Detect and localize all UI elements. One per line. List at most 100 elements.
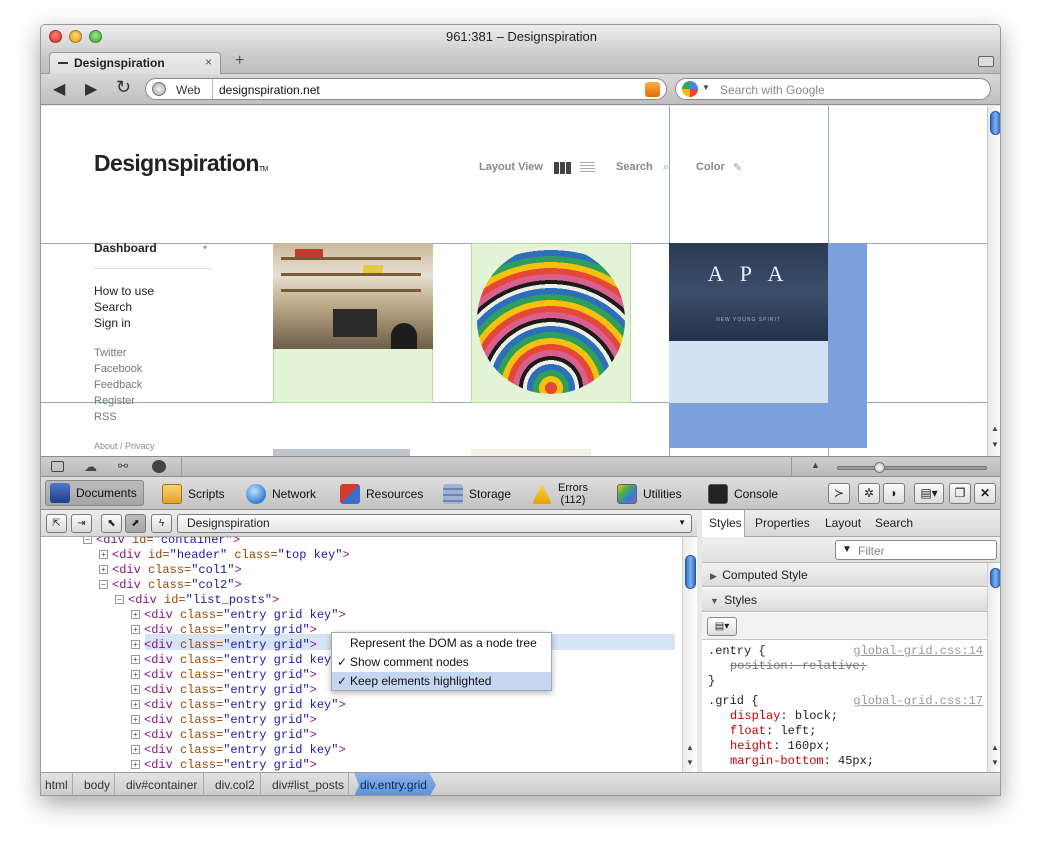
style-options-button[interactable]: ▤▾ bbox=[707, 617, 737, 636]
tab-close-icon[interactable]: × bbox=[205, 55, 212, 69]
tab-properties[interactable]: Properties bbox=[755, 516, 810, 530]
color-link[interactable]: Color bbox=[696, 161, 725, 173]
feedback-link[interactable]: Feedback bbox=[94, 377, 142, 393]
rss-link[interactable]: RSS bbox=[94, 409, 142, 425]
dom-node-row[interactable]: + <div id="header" class="top key"> bbox=[99, 548, 350, 563]
forward-button[interactable]: ▶ bbox=[85, 79, 97, 99]
audio-icon[interactable]: ◗ bbox=[883, 483, 905, 504]
expand-node-icon[interactable]: + bbox=[131, 655, 140, 665]
expand-node-icon[interactable]: + bbox=[131, 700, 140, 710]
declaration[interactable]: margin-bottom: 45px; bbox=[730, 754, 874, 768]
cloud-icon[interactable]: ☁ bbox=[84, 459, 97, 475]
scroll-up-icon[interactable]: ▲ bbox=[686, 743, 694, 752]
address-bar[interactable]: Web designspiration.net bbox=[145, 78, 667, 100]
scroll-down-icon[interactable]: ▼ bbox=[686, 758, 694, 767]
about-privacy-link[interactable]: About / Privacy bbox=[94, 441, 155, 451]
layout-menu-button[interactable]: ▤▾ bbox=[914, 483, 944, 504]
close-inspector-button[interactable]: ✕ bbox=[974, 483, 996, 504]
tab-styles[interactable]: Styles bbox=[702, 510, 745, 537]
dom-node-row[interactable]: + <div class="entry grid"> bbox=[131, 623, 317, 638]
scroll-up-icon[interactable]: ▲ bbox=[991, 743, 999, 752]
expand-node-icon[interactable]: + bbox=[131, 625, 140, 635]
scroll-up-icon[interactable]: ▲ bbox=[991, 424, 999, 433]
declaration[interactable]: height: 160px; bbox=[730, 739, 831, 753]
expand-icon[interactable]: ⇱ bbox=[46, 514, 67, 533]
google-icon[interactable] bbox=[682, 81, 698, 97]
apa-poster[interactable]: A P A NEW YOUNG SPIRIT bbox=[669, 243, 828, 341]
browser-tab[interactable]: Designspiration × bbox=[49, 52, 221, 74]
zoom-slider[interactable] bbox=[837, 462, 987, 473]
expand-node-icon[interactable]: + bbox=[131, 715, 140, 725]
site-logo[interactable]: DesignspirationTM bbox=[94, 150, 268, 177]
breadcrumb-item[interactable]: div#container bbox=[126, 778, 197, 792]
breadcrumb-item[interactable]: html bbox=[45, 778, 68, 792]
declaration[interactable]: display: block; bbox=[730, 709, 838, 723]
sign-in-link[interactable]: Sign in bbox=[94, 315, 154, 331]
register-link[interactable]: Register bbox=[94, 393, 142, 409]
page-scroll-thumb[interactable] bbox=[990, 111, 1000, 135]
rule-source-link[interactable]: global-grid.css:14 bbox=[853, 644, 983, 658]
how-to-use-link[interactable]: How to use bbox=[94, 283, 154, 299]
breadcrumb-item[interactable]: body bbox=[84, 778, 110, 792]
dom-scroll-thumb[interactable] bbox=[685, 555, 696, 589]
expand-node-icon[interactable]: + bbox=[99, 550, 108, 560]
breadcrumb-item[interactable]: div#list_posts bbox=[272, 778, 344, 792]
dom-node-row[interactable]: +<div class="entry grid key"> bbox=[131, 743, 346, 758]
new-tab-button[interactable]: + bbox=[235, 52, 244, 70]
dom-node-row[interactable]: + <div class="entry grid"> bbox=[131, 728, 317, 743]
search-input[interactable]: Search with Google bbox=[720, 83, 825, 97]
styles-section[interactable]: ▼ Styles bbox=[702, 588, 987, 612]
tab-scripts[interactable]: Scripts bbox=[158, 482, 229, 506]
dom-node-row[interactable]: +<div class="entry grid key"> bbox=[131, 653, 346, 668]
dom-node-row[interactable]: + <div class="entry grid"> bbox=[131, 758, 317, 772]
dom-node-row[interactable]: + <div class="col1"> bbox=[99, 563, 242, 578]
tab-layout[interactable]: Layout bbox=[825, 516, 861, 530]
dom-node-row[interactable]: + <div class="entry grid"> bbox=[131, 713, 317, 728]
context-menu-item[interactable]: Represent the DOM as a node tree bbox=[332, 634, 551, 652]
dom-node-row[interactable]: − <div id="container"> bbox=[83, 537, 240, 548]
dashboard-link[interactable]: Dashboard bbox=[94, 241, 157, 255]
dom-node-row[interactable]: +<div class="entry grid key"> bbox=[131, 698, 346, 713]
dom-node-row[interactable]: − <div id="list_posts"> bbox=[115, 593, 279, 608]
breadcrumb-item[interactable]: div.col2 bbox=[215, 778, 255, 792]
breadcrumb-item[interactable]: div.entry.grid bbox=[360, 778, 427, 792]
studio-photo[interactable] bbox=[273, 243, 433, 349]
rule-source-link[interactable]: global-grid.css:17 bbox=[853, 694, 983, 708]
dock-icon[interactable] bbox=[51, 461, 64, 472]
tab-network[interactable]: Network bbox=[242, 482, 320, 506]
page-scrollbar[interactable]: ▲ ▼ bbox=[987, 106, 1000, 456]
expand-node-icon[interactable]: + bbox=[131, 745, 140, 755]
zoom-up-icon[interactable]: ▲ bbox=[811, 460, 820, 470]
url-text[interactable]: designspiration.net bbox=[219, 83, 320, 97]
tab-console[interactable]: Console bbox=[704, 482, 782, 506]
tab-search[interactable]: Search bbox=[875, 516, 913, 530]
grid-view-icon[interactable] bbox=[554, 162, 571, 174]
document-select[interactable]: Designspiration ▼ bbox=[177, 514, 692, 533]
scroll-down-icon[interactable]: ▼ bbox=[991, 440, 999, 449]
tab-resources[interactable]: Resources bbox=[336, 482, 427, 506]
styles-scrollbar[interactable]: ▲ ▼ bbox=[987, 563, 1000, 772]
step-into-icon[interactable]: ⇥ bbox=[71, 514, 92, 533]
dom-node-row[interactable]: +<div class="entry grid key"> bbox=[131, 608, 346, 623]
declaration[interactable]: float: left; bbox=[730, 724, 816, 738]
tab-storage[interactable]: Storage bbox=[439, 482, 515, 506]
search-bar[interactable]: ▼ Search with Google bbox=[675, 78, 991, 100]
circle-artwork[interactable] bbox=[477, 246, 625, 394]
tab-overview-icon[interactable] bbox=[978, 56, 994, 67]
tab-utilities[interactable]: Utilities bbox=[613, 482, 686, 506]
select-element-icon[interactable]: ⬉ bbox=[101, 514, 122, 533]
list-view-icon[interactable] bbox=[580, 162, 595, 174]
context-menu-item[interactable]: ✓ Show comment nodes bbox=[332, 653, 551, 671]
expand-node-icon[interactable]: + bbox=[131, 670, 140, 680]
reload-button[interactable]: ↻ bbox=[116, 77, 131, 98]
dom-node-row-selected[interactable]: + <div class="entry grid"> bbox=[131, 638, 317, 653]
chevron-down-icon[interactable]: ▾ bbox=[203, 243, 207, 252]
dom-node-row[interactable]: − <div class="col2"> bbox=[99, 578, 242, 593]
search-link[interactable]: Search bbox=[94, 299, 154, 315]
expand-node-icon[interactable]: + bbox=[131, 640, 140, 650]
back-button[interactable]: ◀ bbox=[53, 79, 65, 99]
chevron-down-icon[interactable]: ▼ bbox=[702, 83, 710, 92]
collapse-node-icon[interactable]: − bbox=[99, 580, 108, 590]
struck-declaration[interactable]: position: relative; bbox=[730, 659, 867, 673]
share-icon[interactable]: ⚯ bbox=[118, 459, 128, 473]
